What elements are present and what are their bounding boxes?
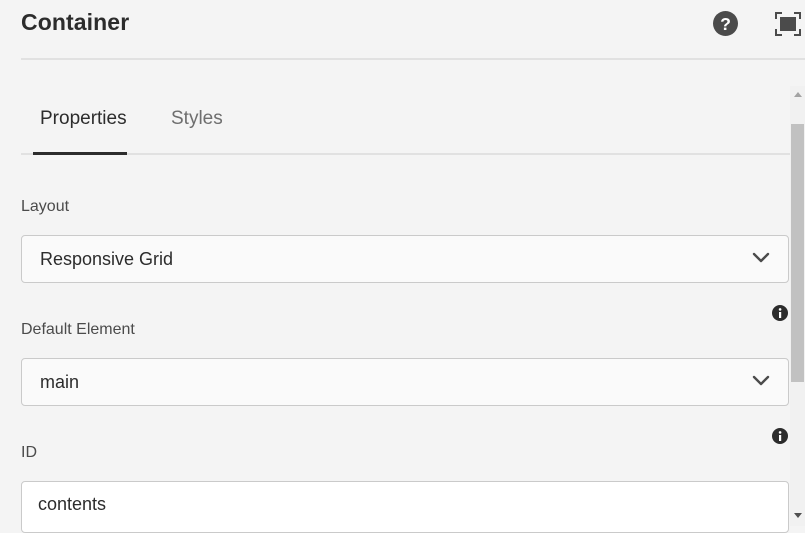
tab-styles[interactable]: Styles — [171, 108, 223, 130]
id-field[interactable] — [21, 481, 789, 533]
chevron-down-icon — [752, 252, 770, 263]
tab-divider — [21, 153, 790, 155]
header-divider — [21, 58, 805, 60]
layout-label: Layout — [21, 198, 70, 215]
tab-list: Properties Styles — [21, 86, 790, 156]
tab-properties[interactable]: Properties — [40, 108, 127, 130]
id-label: ID — [21, 444, 37, 461]
default-element-select[interactable]: main — [21, 358, 789, 406]
default-element-info-icon[interactable] — [772, 305, 788, 321]
id-info-icon[interactable] — [772, 428, 788, 444]
layout-select-value: Responsive Grid — [40, 249, 174, 269]
fullscreen-icon[interactable] — [775, 12, 801, 36]
help-icon[interactable]: ? — [713, 11, 738, 36]
dialog-header: Container ? — [0, 0, 805, 60]
layout-select[interactable]: Responsive Grid — [21, 235, 789, 283]
default-element-label: Default Element — [21, 321, 135, 338]
scrollbar[interactable] — [790, 86, 805, 526]
default-element-select-value: main — [40, 372, 80, 392]
dialog-title: Container — [21, 9, 130, 35]
svg-text:?: ? — [720, 14, 731, 34]
selected-tab-indicator — [33, 152, 127, 155]
scroll-up-arrow-icon[interactable] — [794, 92, 802, 97]
scrollbar-thumb[interactable] — [791, 124, 804, 382]
chevron-down-icon — [752, 375, 770, 386]
id-input[interactable] — [38, 494, 738, 515]
scroll-down-arrow-icon[interactable] — [794, 513, 802, 518]
